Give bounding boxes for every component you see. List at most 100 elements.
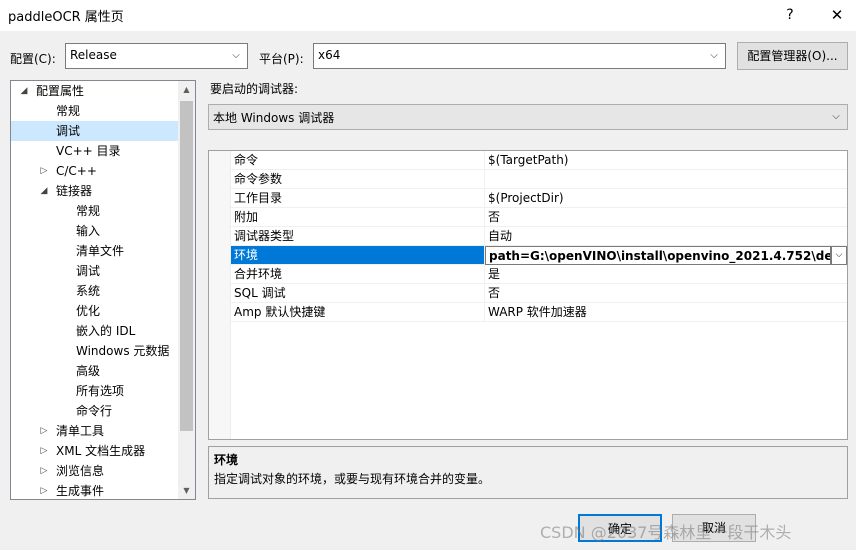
property-value[interactable]: 否 — [485, 284, 847, 303]
property-tree[interactable]: ◢ 配置属性 常规 调试 VC++ 目录 ▷ C/C++ ◢ 链接器 常规 输入 清单文件 调试 系统 优化… — [10, 80, 196, 500]
property-name[interactable]: 调试器类型 — [231, 227, 485, 246]
property-name[interactable]: 命令参数 — [231, 170, 485, 189]
chevron-down-icon: ⌵ — [232, 50, 240, 61]
property-name[interactable]: SQL 调试 — [231, 284, 485, 303]
property-value-field[interactable]: path=G:\openVINO\install\openvino_2021.4… — [485, 246, 831, 265]
tree-item-label: 嵌入的 IDL — [76, 324, 136, 338]
tree-item[interactable]: ▷ 清单工具 — [11, 421, 180, 441]
collapsed-icon[interactable]: ▷ — [39, 421, 49, 441]
tree-item-label: C/C++ — [56, 164, 97, 178]
tree-item[interactable]: ▷ C/C++ — [11, 161, 180, 181]
collapsed-icon[interactable]: ▷ — [39, 461, 49, 481]
collapsed-icon[interactable]: ▷ — [39, 441, 49, 461]
property-value[interactable]: WARP 软件加速器 — [485, 303, 847, 322]
tree-item[interactable]: 调试 — [11, 261, 180, 281]
tree-item-label: 清单工具 — [56, 424, 105, 438]
tree-item[interactable]: 常规 — [11, 201, 180, 221]
tree-item[interactable]: 输入 — [11, 221, 180, 241]
tree-item-label: 浏览信息 — [56, 464, 105, 478]
tree-item-label: 所有选项 — [76, 384, 125, 398]
tree-item-label: 系统 — [76, 284, 101, 298]
config-label: 配置(C): — [10, 52, 56, 66]
tree-item-label: VC++ 目录 — [56, 144, 121, 158]
scroll-thumb[interactable] — [180, 101, 193, 431]
tree-item-label: XML 文档生成器 — [56, 444, 146, 458]
tree-item-label: 调试 — [56, 124, 81, 138]
config-manager-button[interactable]: 配置管理器(O)... — [737, 42, 848, 70]
property-row[interactable]: 命令参数 — [209, 170, 847, 189]
debugger-dropdown[interactable]: 本地 Windows 调试器 ⌵ — [208, 104, 848, 130]
property-row[interactable]: SQL 调试否 — [209, 284, 847, 303]
property-row[interactable]: 合并环境是 — [209, 265, 847, 284]
platform-dropdown[interactable]: x64 ⌵ — [313, 43, 726, 69]
property-name[interactable]: 附加 — [231, 208, 485, 227]
tree-item[interactable]: ▷ 浏览信息 — [11, 461, 180, 481]
property-value[interactable]: 否 — [485, 208, 847, 227]
scroll-up-icon[interactable]: ▲ — [178, 81, 195, 98]
config-dropdown[interactable]: Release ⌵ — [65, 43, 248, 69]
tree-item[interactable]: Windows 元数据 — [11, 341, 180, 361]
tree-item[interactable]: 优化 — [11, 301, 180, 321]
property-row[interactable]: 附加否 — [209, 208, 847, 227]
property-name[interactable]: 合并环境 — [231, 265, 485, 284]
property-row[interactable]: 环境 path=G:\openVINO\install\openvino_2021… — [209, 246, 847, 265]
tree-item-label: 优化 — [76, 304, 101, 318]
help-button[interactable]: ? — [775, 3, 805, 27]
tree-item-label: 清单文件 — [76, 244, 125, 258]
tree-item[interactable]: 清单文件 — [11, 241, 180, 261]
collapsed-icon[interactable]: ▷ — [39, 481, 49, 499]
property-row[interactable]: Amp 默认快捷键 WARP 软件加速器 — [209, 303, 847, 322]
tree-item-label: 生成事件 — [56, 484, 105, 498]
property-row[interactable]: 调试器类型 自动 — [209, 227, 847, 246]
chevron-down-icon: ⌵ — [710, 50, 718, 61]
property-value[interactable]: $(TargetPath) — [485, 151, 847, 170]
tree-item[interactable]: 常规 — [11, 101, 180, 121]
scroll-down-icon[interactable]: ▼ — [178, 482, 195, 499]
chevron-down-icon[interactable]: ⌵ — [831, 246, 847, 265]
property-value[interactable]: $(ProjectDir) — [485, 189, 847, 208]
property-name[interactable]: 工作目录 — [231, 189, 485, 208]
property-value[interactable]: 自动 — [485, 227, 847, 246]
property-value[interactable]: 是 — [485, 265, 847, 284]
expanded-icon[interactable]: ◢ — [39, 181, 49, 201]
tree-item-label: 命令行 — [76, 404, 113, 418]
collapsed-icon[interactable]: ▷ — [39, 161, 49, 181]
tree-item-label: 常规 — [56, 104, 81, 118]
debugger-label: 要启动的调试器: — [210, 82, 299, 96]
property-name[interactable]: Amp 默认快捷键 — [231, 303, 485, 322]
property-grid[interactable]: 命令 $(TargetPath) 命令参数 工作目录 $(ProjectDir) 附加否调… — [208, 150, 848, 440]
tree-scrollbar[interactable]: ▲ ▼ — [178, 81, 195, 499]
expanded-icon[interactable]: ◢ — [19, 81, 29, 101]
property-name[interactable]: 命令 — [231, 151, 485, 170]
platform-value: x64 — [318, 48, 341, 62]
property-name[interactable]: 环境 — [231, 246, 485, 265]
tree-item-label: 常规 — [76, 204, 101, 218]
chevron-down-icon: ⌵ — [832, 111, 840, 122]
tree-item[interactable]: 调试 — [11, 121, 180, 141]
tree-item-label: 调试 — [76, 264, 101, 278]
property-row[interactable]: 工作目录 $(ProjectDir) — [209, 189, 847, 208]
tree-item[interactable]: 命令行 — [11, 401, 180, 421]
tree-item[interactable]: ▷ 生成事件 — [11, 481, 180, 499]
tree-item[interactable]: 所有选项 — [11, 381, 180, 401]
close-button[interactable]: ✕ — [820, 3, 854, 27]
window-title: paddleOCR 属性页 — [8, 10, 124, 25]
description-title: 环境 — [214, 453, 239, 467]
tree-item[interactable]: 系统 — [11, 281, 180, 301]
config-value: Release — [70, 48, 117, 62]
description-panel: 环境 指定调试对象的环境，或要与现有环境合并的变量。 — [208, 446, 848, 499]
watermark: CSDN @2037号森林里一段干木头 — [540, 523, 792, 542]
platform-label: 平台(P): — [259, 52, 304, 66]
property-row[interactable]: 命令 $(TargetPath) — [209, 151, 847, 170]
tree-item[interactable]: 嵌入的 IDL — [11, 321, 180, 341]
tree-item[interactable]: 高级 — [11, 361, 180, 381]
tree-item-label: 配置属性 — [36, 84, 85, 98]
description-text: 指定调试对象的环境，或要与现有环境合并的变量。 — [214, 472, 491, 486]
tree-item[interactable]: VC++ 目录 — [11, 141, 180, 161]
tree-item[interactable]: ▷ XML 文档生成器 — [11, 441, 180, 461]
property-value[interactable] — [485, 170, 847, 189]
tree-item-label: 高级 — [76, 364, 101, 378]
tree-item-label: 输入 — [76, 224, 101, 238]
tree-item[interactable]: ◢ 配置属性 — [11, 81, 180, 101]
tree-item[interactable]: ◢ 链接器 — [11, 181, 180, 201]
